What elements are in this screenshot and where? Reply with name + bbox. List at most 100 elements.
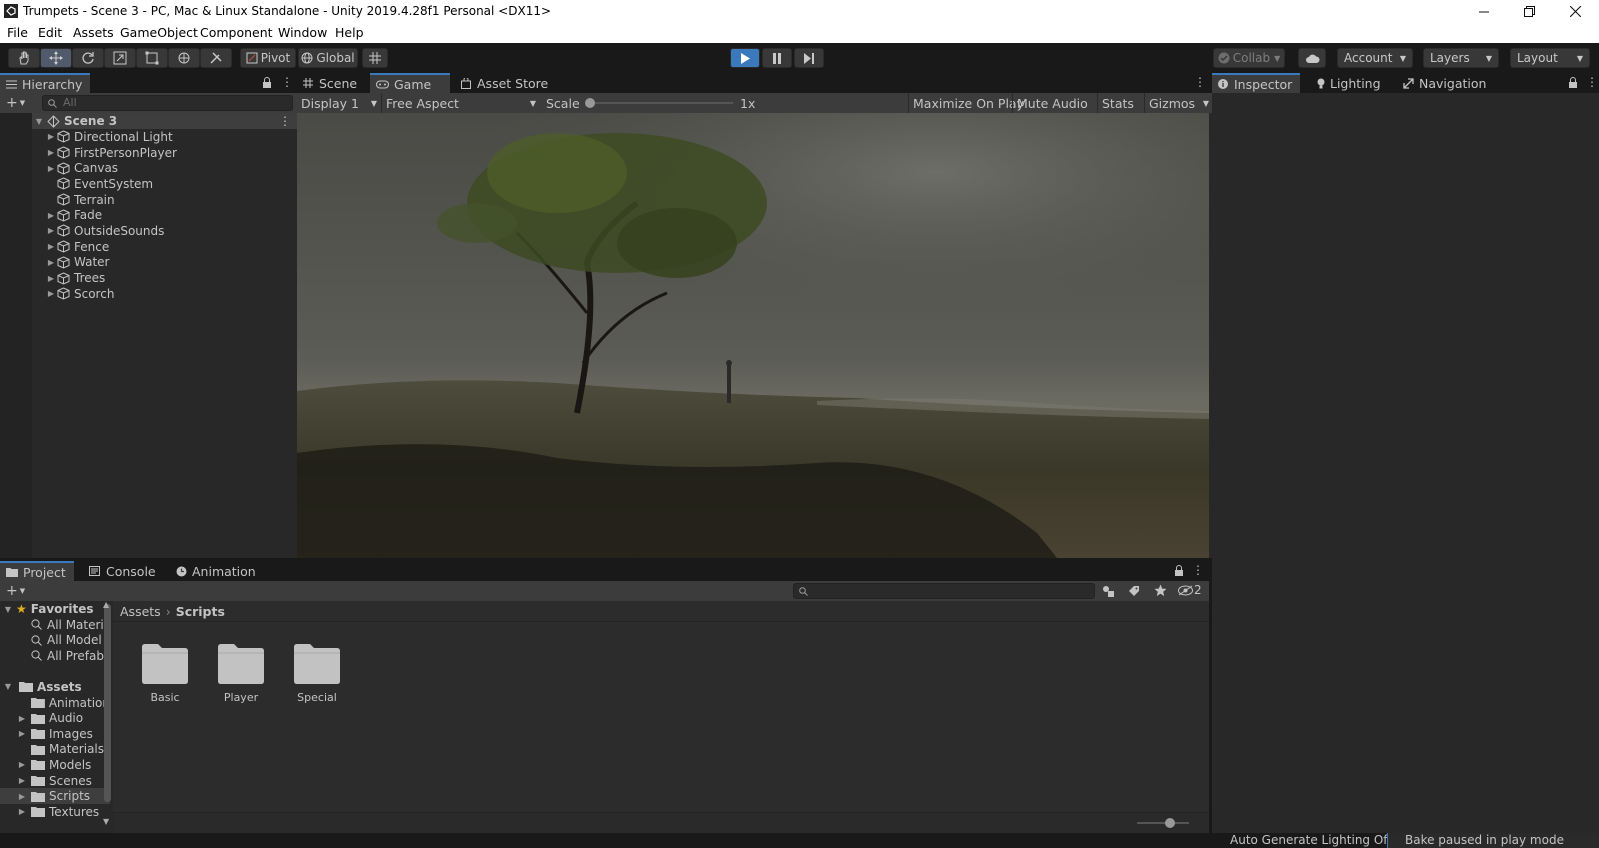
- move-tool-button[interactable]: [40, 48, 72, 68]
- kebab-menu-icon[interactable]: ⋮: [281, 75, 293, 89]
- tab-inspector[interactable]: Inspector: [1212, 73, 1300, 93]
- lock-icon[interactable]: [1568, 77, 1578, 88]
- pivot-toggle[interactable]: Pivot: [240, 48, 296, 68]
- global-toggle[interactable]: Global: [298, 48, 358, 68]
- star-icon[interactable]: [1154, 584, 1167, 597]
- menu-file[interactable]: File: [7, 25, 28, 40]
- collapsed-arrow-icon[interactable]: ▶: [46, 242, 56, 251]
- scale-slider-thumb[interactable]: [585, 98, 595, 108]
- tab-asset-store[interactable]: Asset Store: [455, 73, 554, 93]
- tab-lighting[interactable]: Lighting: [1311, 73, 1387, 93]
- collapsed-arrow-icon[interactable]: ▶: [17, 807, 27, 816]
- game-viewport[interactable]: [297, 113, 1209, 558]
- asset-folder-item[interactable]: ▶ Scripts: [0, 788, 110, 804]
- add-icon[interactable]: + ▼: [6, 583, 25, 599]
- asset-folder-item[interactable]: Materials: [0, 742, 110, 758]
- collapsed-arrow-icon[interactable]: ▶: [46, 211, 56, 220]
- collapsed-arrow-icon[interactable]: ▶: [46, 148, 56, 157]
- play-button[interactable]: [730, 48, 760, 68]
- hierarchy-search-input[interactable]: All: [42, 95, 293, 111]
- scene-row[interactable]: ▼ Scene 3 ⋮: [32, 113, 297, 129]
- menu-assets[interactable]: Assets: [73, 25, 114, 40]
- tab-animation[interactable]: Animation: [170, 561, 262, 581]
- zoom-slider-track[interactable]: [1137, 822, 1189, 824]
- kebab-menu-icon[interactable]: ⋮: [1194, 75, 1206, 89]
- hidden-packages-toggle[interactable]: 2: [1178, 583, 1202, 597]
- kebab-menu-icon[interactable]: ⋮: [279, 114, 291, 128]
- grid-snap-button[interactable]: [362, 48, 388, 68]
- maximize-on-play-toggle[interactable]: Maximize On Play: [908, 93, 1024, 113]
- scroll-down-icon[interactable]: ▼: [103, 817, 109, 826]
- hierarchy-item[interactable]: ▶ Scorch: [32, 286, 297, 302]
- asset-folder-item[interactable]: Animation: [0, 695, 110, 711]
- asset-folder-item[interactable]: ▶ Images: [0, 726, 110, 742]
- menu-help[interactable]: Help: [335, 25, 364, 40]
- layers-dropdown[interactable]: Layers ▼: [1423, 48, 1499, 68]
- stats-toggle[interactable]: Stats: [1097, 93, 1134, 113]
- menu-component[interactable]: Component: [200, 25, 273, 40]
- hierarchy-item[interactable]: ▶ Fence: [32, 239, 297, 255]
- menu-edit[interactable]: Edit: [38, 25, 62, 40]
- hierarchy-item[interactable]: ▶ Fade: [32, 207, 297, 223]
- scroll-up-icon[interactable]: ▲: [103, 600, 109, 609]
- kebab-menu-icon[interactable]: ⋮: [1586, 75, 1598, 89]
- project-search-input[interactable]: [793, 583, 1095, 599]
- restore-button[interactable]: [1506, 0, 1552, 23]
- add-icon[interactable]: + ▼: [6, 95, 25, 111]
- hand-tool-button[interactable]: [8, 48, 40, 68]
- tab-project[interactable]: Project: [0, 561, 74, 581]
- breadcrumb-scripts[interactable]: Scripts: [176, 604, 225, 619]
- collapsed-arrow-icon[interactable]: ▶: [17, 714, 27, 723]
- asset-folder-item[interactable]: ▶ Textures: [0, 804, 110, 820]
- favorite-item[interactable]: All Model: [0, 633, 110, 649]
- rect-tool-button[interactable]: [136, 48, 168, 68]
- filter-by-type-icon[interactable]: [1102, 585, 1115, 597]
- grid-folder-item[interactable]: Player: [214, 643, 268, 704]
- scale-tool-button[interactable]: [104, 48, 136, 68]
- collab-dropdown[interactable]: Collab ▼: [1213, 48, 1285, 68]
- display-dropdown[interactable]: Display 1 ▼: [301, 93, 377, 113]
- hierarchy-item[interactable]: Terrain: [32, 192, 297, 208]
- favorite-item[interactable]: All Materi: [0, 617, 110, 633]
- filter-by-label-icon[interactable]: [1128, 585, 1140, 597]
- collapsed-arrow-icon[interactable]: ▶: [46, 164, 56, 173]
- collapsed-arrow-icon[interactable]: ▶: [17, 729, 27, 738]
- lock-icon[interactable]: [262, 77, 272, 88]
- layout-dropdown[interactable]: Layout ▼: [1510, 48, 1590, 68]
- gizmos-dropdown[interactable]: Gizmos ▼: [1144, 93, 1212, 113]
- asset-folder-item[interactable]: ▶ Audio: [0, 710, 110, 726]
- collapsed-arrow-icon[interactable]: ▶: [17, 760, 27, 769]
- grid-folder-item[interactable]: Special: [290, 643, 344, 704]
- asset-folder-item[interactable]: ▶ Scenes: [0, 773, 110, 789]
- rotate-tool-button[interactable]: [72, 48, 104, 68]
- collapsed-arrow-icon[interactable]: ▶: [17, 792, 27, 801]
- custom-tool-button[interactable]: [200, 48, 232, 68]
- collapsed-arrow-icon[interactable]: ▶: [46, 226, 56, 235]
- cloud-button[interactable]: [1298, 48, 1326, 68]
- breadcrumb-assets[interactable]: Assets: [120, 604, 161, 619]
- tab-game[interactable]: Game: [370, 73, 450, 93]
- tab-navigation[interactable]: Navigation: [1397, 73, 1492, 93]
- tab-console[interactable]: Console: [83, 561, 162, 581]
- hierarchy-item[interactable]: ▶ Water: [32, 255, 297, 271]
- hierarchy-item[interactable]: EventSystem: [32, 176, 297, 192]
- pause-button[interactable]: [762, 48, 792, 68]
- menu-gameobject[interactable]: GameObject: [120, 25, 198, 40]
- minimize-button[interactable]: [1461, 0, 1507, 23]
- collapsed-arrow-icon[interactable]: ▶: [46, 258, 56, 267]
- step-button[interactable]: [794, 48, 824, 68]
- transform-tool-button[interactable]: [168, 48, 200, 68]
- favorites-row[interactable]: ▼ ★ Favorites: [0, 601, 110, 617]
- collapsed-arrow-icon[interactable]: ▶: [17, 776, 27, 785]
- collapsed-arrow-icon[interactable]: ▶: [46, 289, 56, 298]
- favorite-item[interactable]: All Prefab: [0, 648, 110, 664]
- tab-scene[interactable]: Scene: [297, 73, 363, 93]
- collapsed-arrow-icon[interactable]: ▶: [46, 274, 56, 283]
- asset-folder-item[interactable]: ▶ Models: [0, 757, 110, 773]
- lock-icon[interactable]: [1174, 565, 1184, 576]
- hierarchy-item[interactable]: ▶ Trees: [32, 270, 297, 286]
- account-dropdown[interactable]: Account ▼: [1337, 48, 1413, 68]
- tree-scrollbar[interactable]: [104, 604, 111, 802]
- kebab-menu-icon[interactable]: ⋮: [1192, 563, 1204, 577]
- collapsed-arrow-icon[interactable]: ▶: [46, 132, 56, 141]
